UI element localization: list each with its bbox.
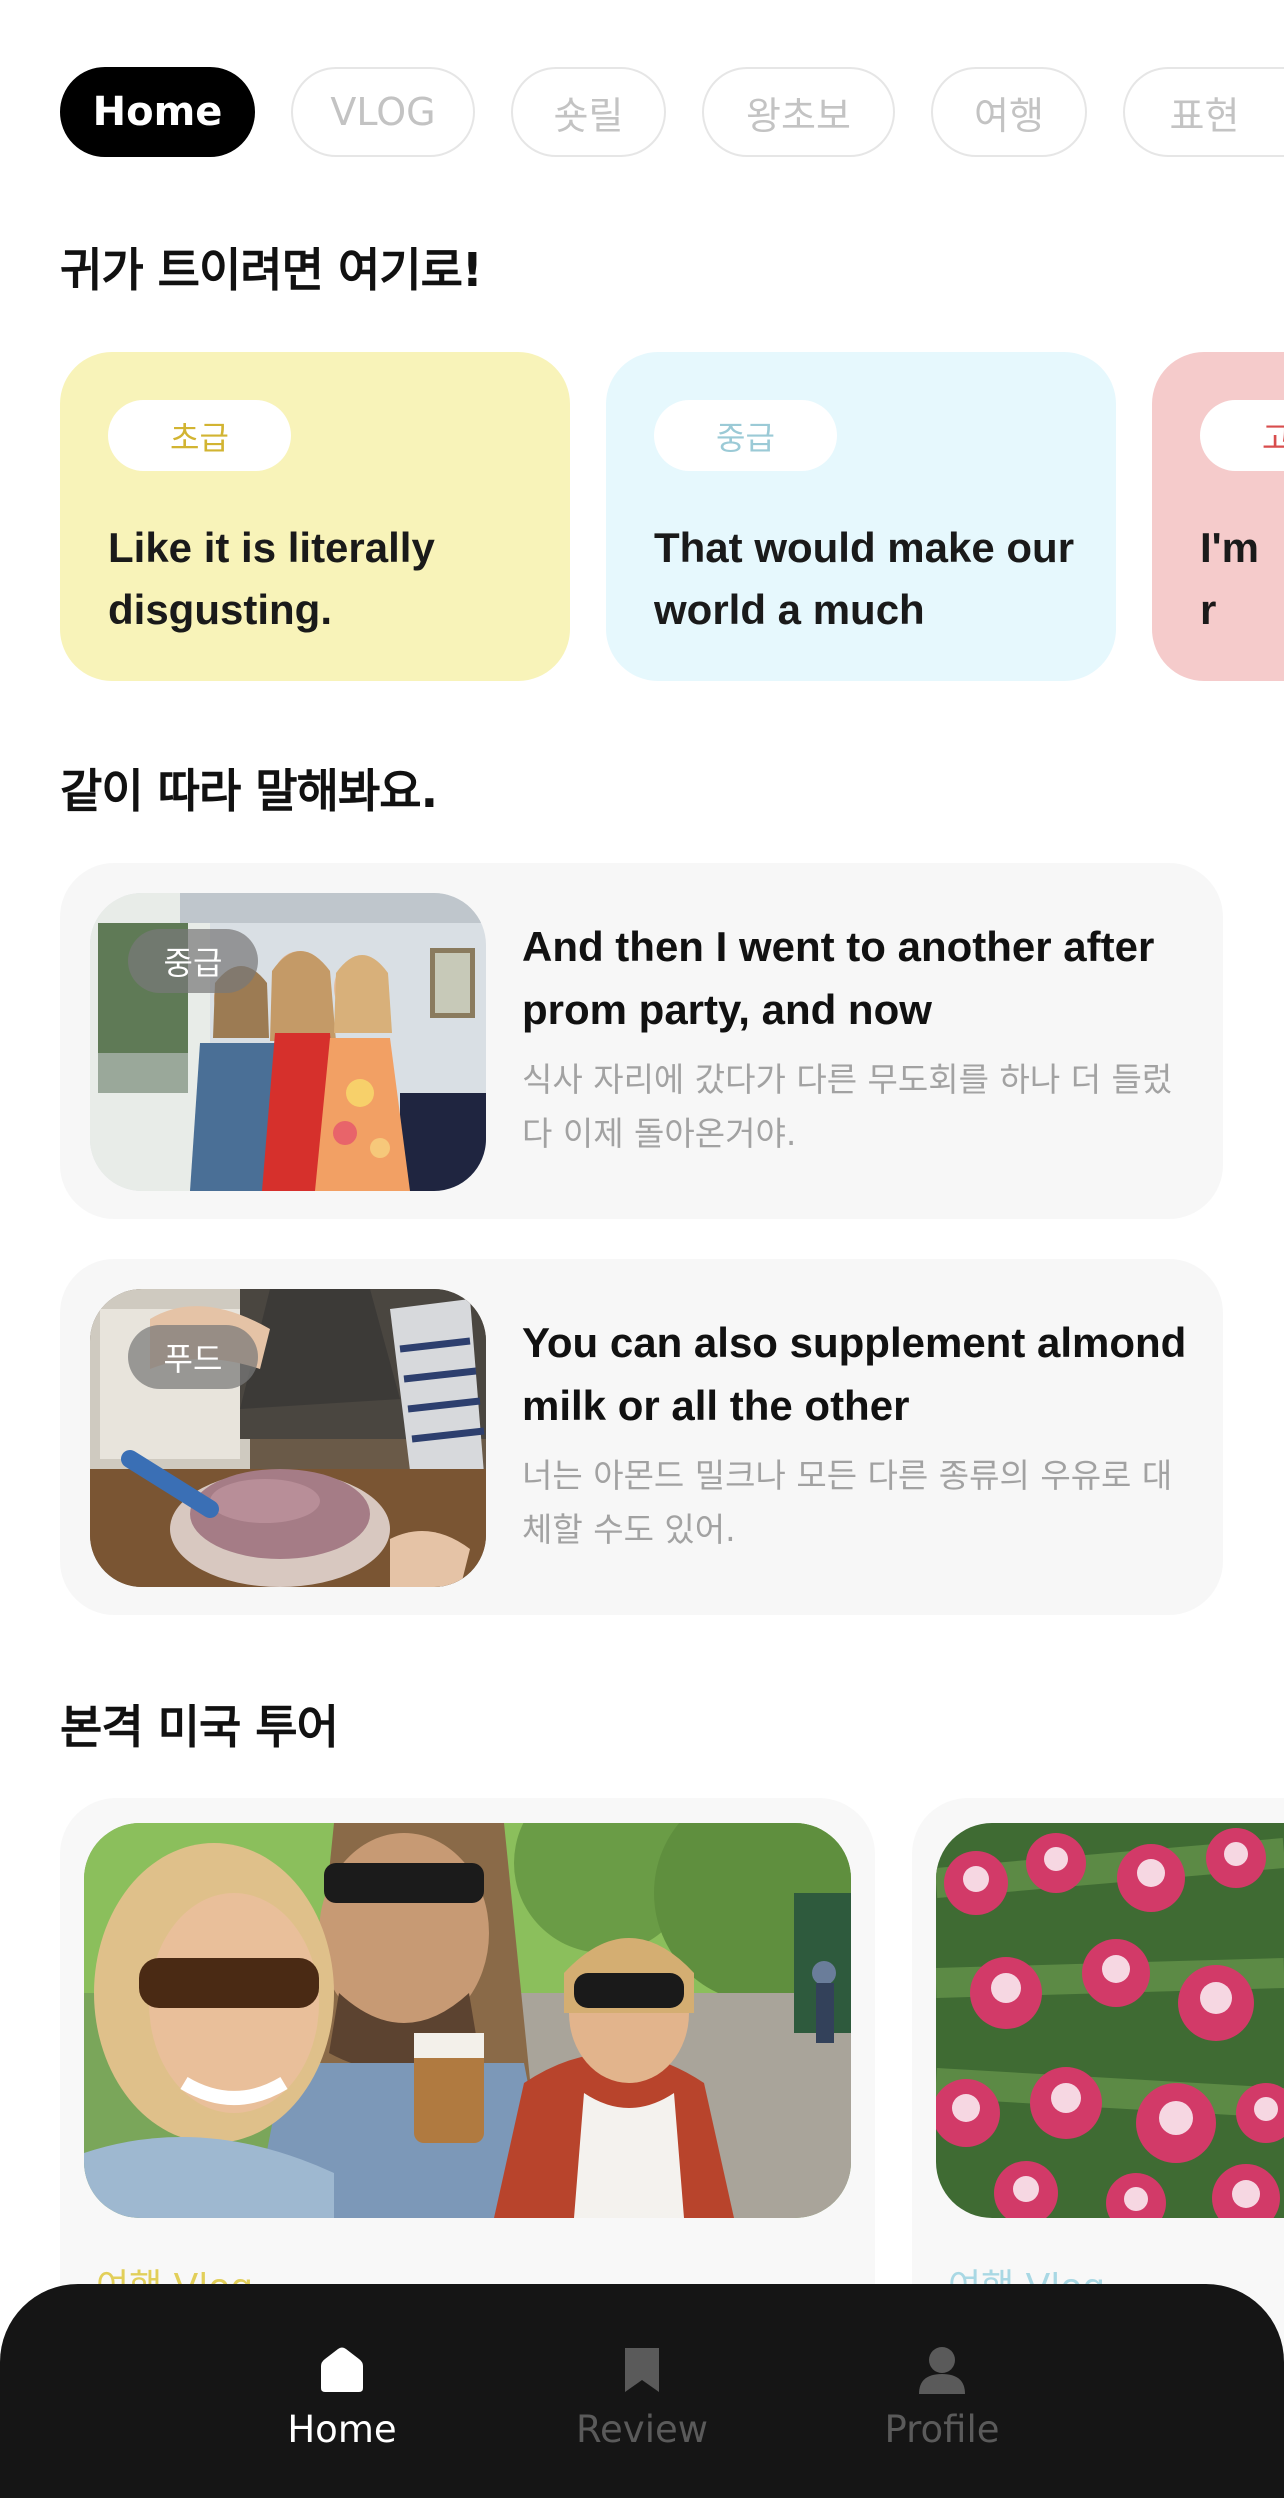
tour-section-title: 본격 미국 투어 [60, 1700, 339, 1754]
video-thumbnail [84, 1823, 851, 2218]
category-badge: 중급 [128, 929, 258, 993]
profile-icon [919, 2347, 965, 2394]
nav-home[interactable]: Home [242, 2344, 442, 2474]
korean-translation: 너는 아몬드 밀크나 모든 다른 종류의 우유로 대체할 수도 있어. [522, 1456, 1173, 1549]
tour-card[interactable]: 여행 Vlog [912, 1798, 1284, 2358]
listening-section-title: 귀가 트이려면 여기로! [60, 243, 483, 297]
level-card-sentence: That would make our world a much [654, 524, 1075, 633]
tab-vlog[interactable]: VLOG [291, 67, 475, 157]
nav-profile[interactable]: Profile [842, 2344, 1042, 2474]
nav-review-label: Review [575, 2408, 708, 2451]
shadowing-section-title: 같이 따라 말해봐요. [60, 764, 438, 818]
tab-shorts[interactable]: 숏릴 [511, 67, 666, 157]
level-card-advanced[interactable]: 고 I'm r abo [1152, 352, 1284, 681]
level-card-intermediate[interactable]: 중급 That would make our world a much [606, 352, 1116, 681]
level-card-sentence: Like it is literally disgusting. [108, 524, 435, 633]
tab-travel[interactable]: 여행 [931, 67, 1087, 157]
tour-card[interactable]: 여행 Vlog [60, 1798, 875, 2358]
korean-translation: 식사 자리에 갔다가 다른 무도회를 하나 더 들렀다 이제 돌아온거야. [522, 1060, 1173, 1153]
english-sentence: And then I went to another after prom pa… [522, 923, 1155, 1033]
nav-home-label: Home [287, 2408, 397, 2451]
shadowing-item[interactable]: 중급 And then I went to another after prom… [60, 863, 1223, 1219]
tab-beginner[interactable]: 왕초보 [702, 67, 895, 157]
video-thumbnail: 중급 [90, 893, 486, 1191]
nav-profile-label: Profile [884, 2408, 1000, 2451]
bookmark-icon [625, 2348, 659, 2392]
bottom-navigation: Home Review Profile [0, 2284, 1284, 2498]
tour-selfie-image [84, 1823, 851, 2218]
home-icon [321, 2347, 363, 2392]
english-sentence: You can also supplement almond milk or a… [522, 1319, 1187, 1429]
shadowing-item[interactable]: 푸드 You can also supplement almond milk o… [60, 1259, 1223, 1615]
level-badge: 고 [1200, 400, 1284, 471]
tab-expression[interactable]: 표현 [1123, 67, 1284, 157]
nav-review[interactable]: Review [542, 2344, 742, 2474]
level-badge: 중급 [654, 400, 837, 471]
level-card-sentence: I'm r abo [1200, 524, 1260, 633]
level-badge: 초급 [108, 400, 291, 471]
video-thumbnail [936, 1823, 1284, 2218]
video-thumbnail: 푸드 [90, 1289, 486, 1587]
tulips-photo-image [936, 1823, 1284, 2218]
level-card-beginner[interactable]: 초급 Like it is literally disgusting. [60, 352, 570, 681]
tab-home[interactable]: Home [60, 67, 255, 157]
category-badge: 푸드 [128, 1325, 258, 1389]
